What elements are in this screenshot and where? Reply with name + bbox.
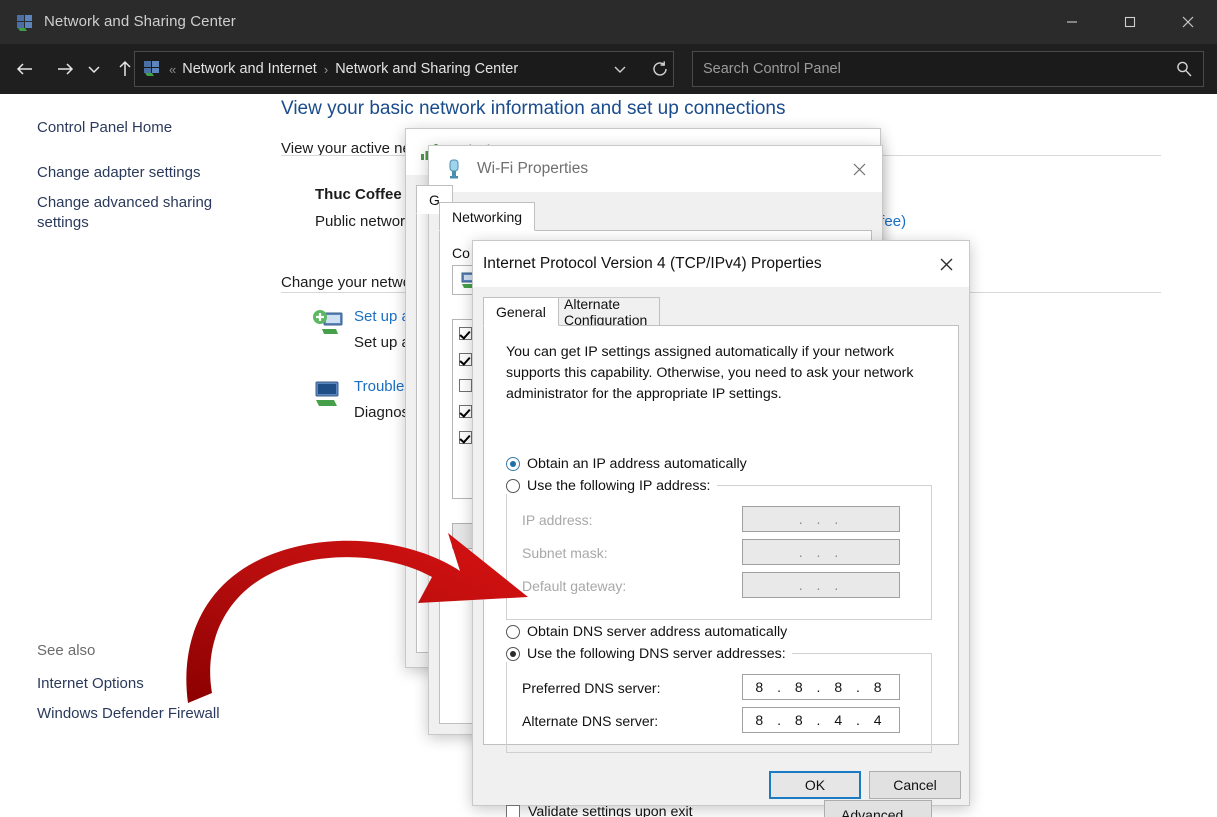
checkbox-validate-settings[interactable]: Validate settings upon exit [506,804,693,817]
sidebar-item-change-advanced-sharing-settings[interactable]: Change advanced sharing settings [37,193,242,233]
search-icon[interactable] [1175,60,1193,83]
page-title: View your basic network information and … [281,98,785,120]
chevron-down-icon[interactable] [607,52,633,86]
label-preferred-dns: Preferred DNS server: [522,680,660,696]
breadcrumb-item-network-and-sharing-center[interactable]: Network and Sharing Center [335,61,518,77]
search-placeholder: Search Control Panel [703,61,841,77]
see-also-heading: See also [37,641,242,661]
network-sharing-icon [16,14,34,32]
wifi-properties-close-icon[interactable] [836,146,882,192]
sidebar: Control Panel Home Change adapter settin… [0,94,268,817]
dns-settings-group [506,653,932,753]
radio-label: Obtain DNS server address automatically [527,624,787,640]
window-titlebar: Network and Sharing Center [0,0,1217,44]
wifi-properties-titlebar: Wi-Fi Properties [429,146,882,192]
label-subnet-mask: Subnet mask: [522,545,608,561]
radio-icon[interactable] [506,457,520,471]
checkbox-icon[interactable] [459,353,472,366]
breadcrumb-item-network-and-internet[interactable]: Network and Internet [182,61,317,77]
sidebar-item-internet-options[interactable]: Internet Options [37,674,242,694]
cancel-button[interactable]: Cancel [869,771,961,799]
ipv4-general-panel: You can get IP settings assigned automat… [483,325,959,745]
sidebar-item-change-adapter-settings[interactable]: Change adapter settings [37,163,242,183]
radio-use-following-dns[interactable]: Use the following DNS server addresses: [506,646,792,662]
input-preferred-dns[interactable]: 8 . 8 . 8 . 8 [742,674,900,700]
radio-icon[interactable] [506,647,520,661]
checkbox-label: Validate settings upon exit [528,804,693,817]
address-bar[interactable]: « Network and Internet › Network and Sha… [134,51,674,87]
checkbox-icon[interactable] [506,805,520,817]
input-default-gateway[interactable]: . . . [742,572,900,598]
connect-using-label: Co [452,245,470,261]
troubleshoot-icon [312,379,346,409]
radio-obtain-ip-automatically[interactable]: Obtain an IP address automatically [506,456,747,472]
advanced-button[interactable]: Advanced... [824,800,932,817]
ok-button[interactable]: OK [769,771,861,799]
checkbox-icon[interactable] [459,405,472,418]
window-controls [1043,0,1217,44]
radio-obtain-dns-automatically[interactable]: Obtain DNS server address automatically [506,624,787,640]
forward-button[interactable] [50,52,80,86]
active-network-type: Public network [315,213,413,230]
ipv4-intro-text: You can get IP settings assigned automat… [506,342,946,405]
sidebar-item-control-panel-home[interactable]: Control Panel Home [37,118,242,138]
input-alternate-dns[interactable]: 8 . 8 . 4 . 4 [742,707,900,733]
network-adapter-icon [443,158,465,180]
address-network-icon [143,60,163,78]
radio-use-following-ip[interactable]: Use the following IP address: [506,478,717,494]
radio-label: Obtain an IP address automatically [527,456,747,472]
task-link-set-up-a-connection[interactable]: Set up a [354,308,410,325]
active-network-name: Thuc Coffee [315,186,402,203]
ipv4-titlebar: Internet Protocol Version 4 (TCP/IPv4) P… [473,241,969,287]
close-button[interactable] [1159,0,1217,44]
app-window: Network and Sharing Center [0,0,1217,817]
label-alternate-dns: Alternate DNS server: [522,713,658,729]
wifi-properties-title: Wi-Fi Properties [477,160,588,178]
ipv4-dialog-body: General Alternate Configuration You can … [473,287,969,805]
input-ip-address[interactable]: . . . [742,506,900,532]
tab-general[interactable]: General [483,297,559,326]
back-button[interactable] [10,52,40,86]
ipv4-dialog-title: Internet Protocol Version 4 (TCP/IPv4) P… [483,255,822,273]
radio-icon[interactable] [506,625,520,639]
change-network-settings-label: Change your netwo [281,274,411,291]
breadcrumb-overflow[interactable]: « [169,62,176,77]
breadcrumb-separator: › [324,62,328,77]
radio-icon[interactable] [506,479,520,493]
tab-networking[interactable]: Networking [439,202,535,231]
ipv4-close-icon[interactable] [923,241,969,287]
input-subnet-mask[interactable]: . . . [742,539,900,565]
minimize-button[interactable] [1043,0,1101,44]
checkbox-icon[interactable] [459,431,472,444]
refresh-button[interactable] [640,51,680,87]
window-title: Network and Sharing Center [44,13,236,30]
maximize-button[interactable] [1101,0,1159,44]
tab-alternate-configuration[interactable]: Alternate Configuration [551,297,660,326]
label-default-gateway: Default gateway: [522,578,626,594]
radio-label: Use the following DNS server addresses: [527,646,786,662]
search-input[interactable]: Search Control Panel [692,51,1204,87]
sidebar-item-windows-defender-firewall[interactable]: Windows Defender Firewall [37,704,242,724]
label-ip-address: IP address: [522,512,593,528]
task-desc-set-up-a-connection: Set up a [354,334,410,351]
checkbox-icon[interactable] [459,327,472,340]
ipv4-properties-dialog[interactable]: Internet Protocol Version 4 (TCP/IPv4) P… [472,240,970,806]
radio-label: Use the following IP address: [527,478,711,494]
new-connection-icon [312,309,346,339]
recent-locations-button[interactable] [82,52,106,86]
checkbox-icon[interactable] [459,379,472,392]
